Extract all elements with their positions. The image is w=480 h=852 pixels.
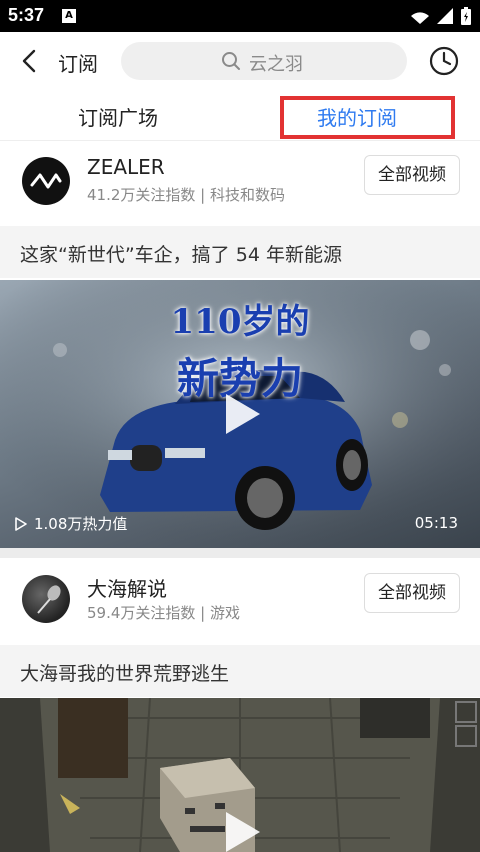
signal-icon [411,12,429,24]
cellular-icon [437,8,453,24]
video-duration: 05:13 [414,514,458,532]
divider [0,548,480,558]
avatar[interactable] [22,575,70,623]
channel-name[interactable]: ZEALER [87,155,165,179]
back-arrow-icon[interactable] [18,48,44,74]
video-title-bar[interactable]: 这家“新世代”车企，搞了 54 年新能源 [0,226,480,278]
all-videos-button[interactable]: 全部视频 [364,573,460,613]
video-title-bar[interactable]: 大海哥我的世界荒野逃生 [0,645,480,697]
thumbnail-headline-line1: 110岁的 [170,302,310,342]
channel-meta: 41.2万关注指数 | 科技和数码 [87,186,285,204]
zealer-logo-icon [30,173,62,189]
heat-text: 1.08万热力值 [34,515,128,533]
highlight-box [280,96,455,139]
tab-subscription-plaza[interactable]: 订阅广场 [78,102,158,131]
play-icon[interactable] [214,388,266,440]
avatar[interactable] [22,157,70,205]
play-outline-icon [15,516,27,531]
channel-meta: 59.4万关注指数 | 游戏 [87,604,240,622]
notification-a-icon: A [62,9,76,23]
video-title: 大海哥我的世界荒野逃生 [20,663,230,685]
channel-row: ZEALER 41.2万关注指数 | 科技和数码 全部视频 [0,148,480,226]
all-videos-button[interactable]: 全部视频 [364,155,460,195]
history-clock-icon[interactable] [428,45,460,77]
video-title: 这家“新世代”车企，搞了 54 年新能源 [20,244,342,266]
top-bar: 订阅 云之羽 [0,32,480,90]
search-placeholder: 云之羽 [249,54,303,75]
channel-card: ZEALER 41.2万关注指数 | 科技和数码 全部视频 [0,148,480,226]
play-icon[interactable] [214,806,266,852]
search-input[interactable]: 云之羽 [121,42,407,80]
video-thumbnail[interactable] [0,698,480,852]
search-icon [222,52,240,70]
status-time: 5:37 [8,5,45,25]
microphone-icon [37,585,61,614]
page-title: 订阅 [58,52,98,76]
heat-value: 1.08万热力值 [14,513,127,534]
channel-card: 大海解说 59.4万关注指数 | 游戏 全部视频 [0,566,480,644]
channel-name[interactable]: 大海解说 [87,573,167,602]
channel-row: 大海解说 59.4万关注指数 | 游戏 全部视频 [0,566,480,644]
video-thumbnail[interactable]: 110岁的 新势力 1.08万热力值 05:13 [0,280,480,548]
battery-icon [461,7,471,25]
status-bar: 5:37 A [0,0,480,32]
